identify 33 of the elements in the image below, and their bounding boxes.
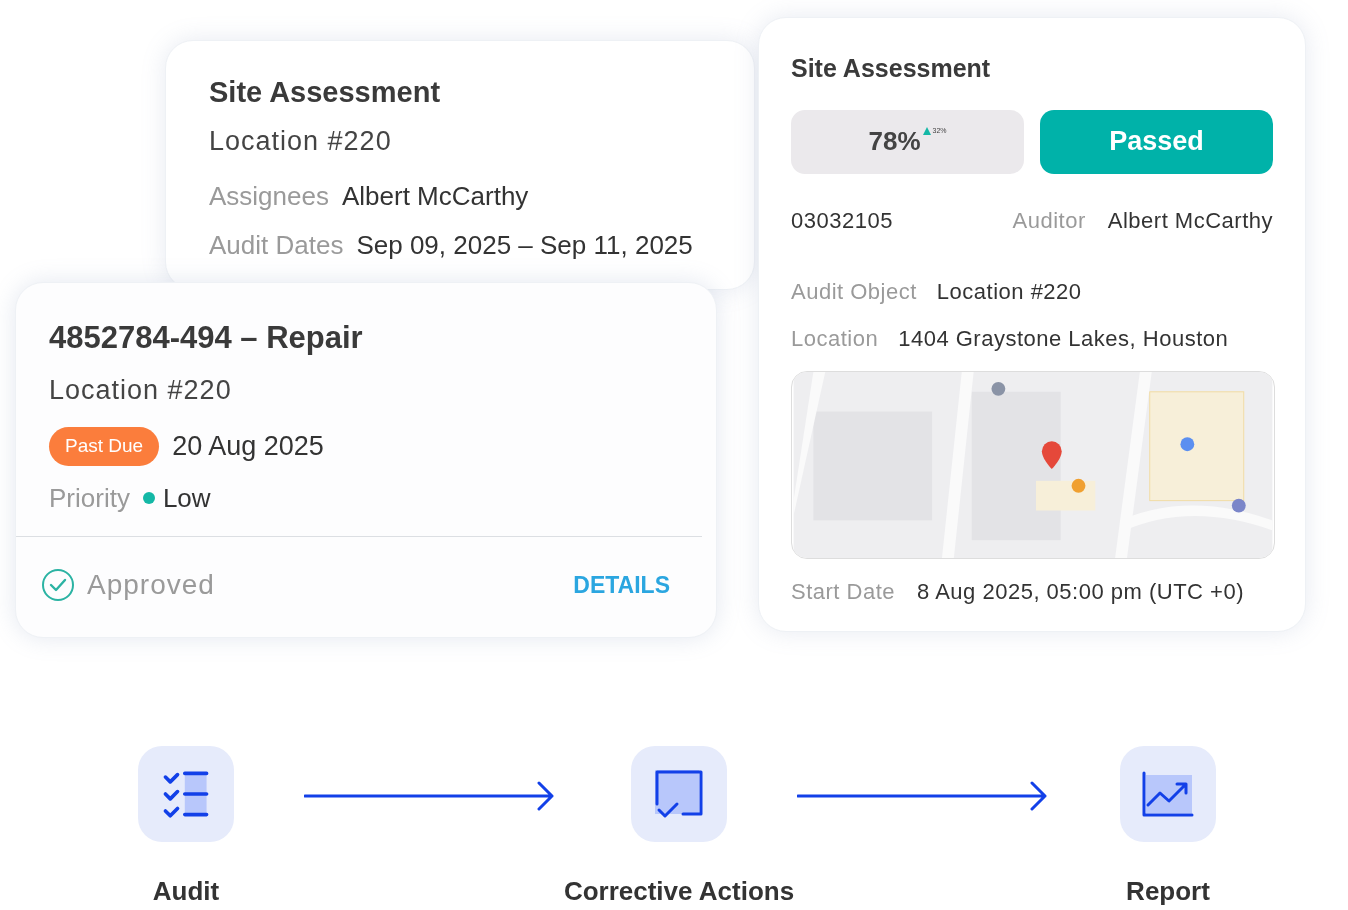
priority-value: Low (162, 481, 211, 515)
details-link[interactable]: DETAILS (573, 567, 670, 603)
status-text: Approved (87, 568, 215, 602)
field-label: Priority (49, 481, 130, 515)
field-label: Audit Dates (209, 229, 344, 262)
card-subtitle: Location #220 (209, 124, 392, 158)
card-subtitle: Location #220 (49, 373, 232, 407)
checklist-icon (163, 771, 209, 817)
due-date: 20 Aug 2025 (172, 430, 324, 463)
field-value: 1404 Graystone Lakes, Houston (898, 324, 1229, 353)
field-label: Location (791, 324, 879, 353)
field-value: Albert McCarthy (341, 180, 529, 213)
field-value: Albert McCarthy (1107, 206, 1273, 235)
step-label: Report (1126, 875, 1210, 908)
card-title: Site Assessment (791, 53, 991, 84)
up-triangle-icon (922, 126, 931, 135)
audit-number: 03032105 (791, 206, 893, 235)
result-button[interactable]: Passed (1040, 109, 1273, 174)
card-title: 4852784-494 – Repair (49, 319, 363, 357)
field-label: Assignees (209, 180, 329, 213)
step-label: Corrective Actions (563, 875, 795, 908)
field-value: 8 Aug 2025, 05:00 pm (UTC +0) (917, 577, 1244, 606)
step-label: Audit (152, 875, 220, 908)
checkbox-icon (655, 770, 703, 818)
status-badge: Past Due (49, 427, 160, 466)
field-value: Location #220 (936, 277, 1082, 306)
card-title: Site Assessment (209, 75, 441, 110)
field-label: Auditor (1012, 206, 1086, 235)
field-label: Start Date (791, 577, 896, 606)
line-chart-icon (1142, 771, 1194, 817)
score-value: 78% (868, 125, 921, 158)
field-value: Sep 09, 2025 – Sep 11, 2025 (356, 229, 693, 262)
field-label: Audit Object (791, 277, 917, 306)
